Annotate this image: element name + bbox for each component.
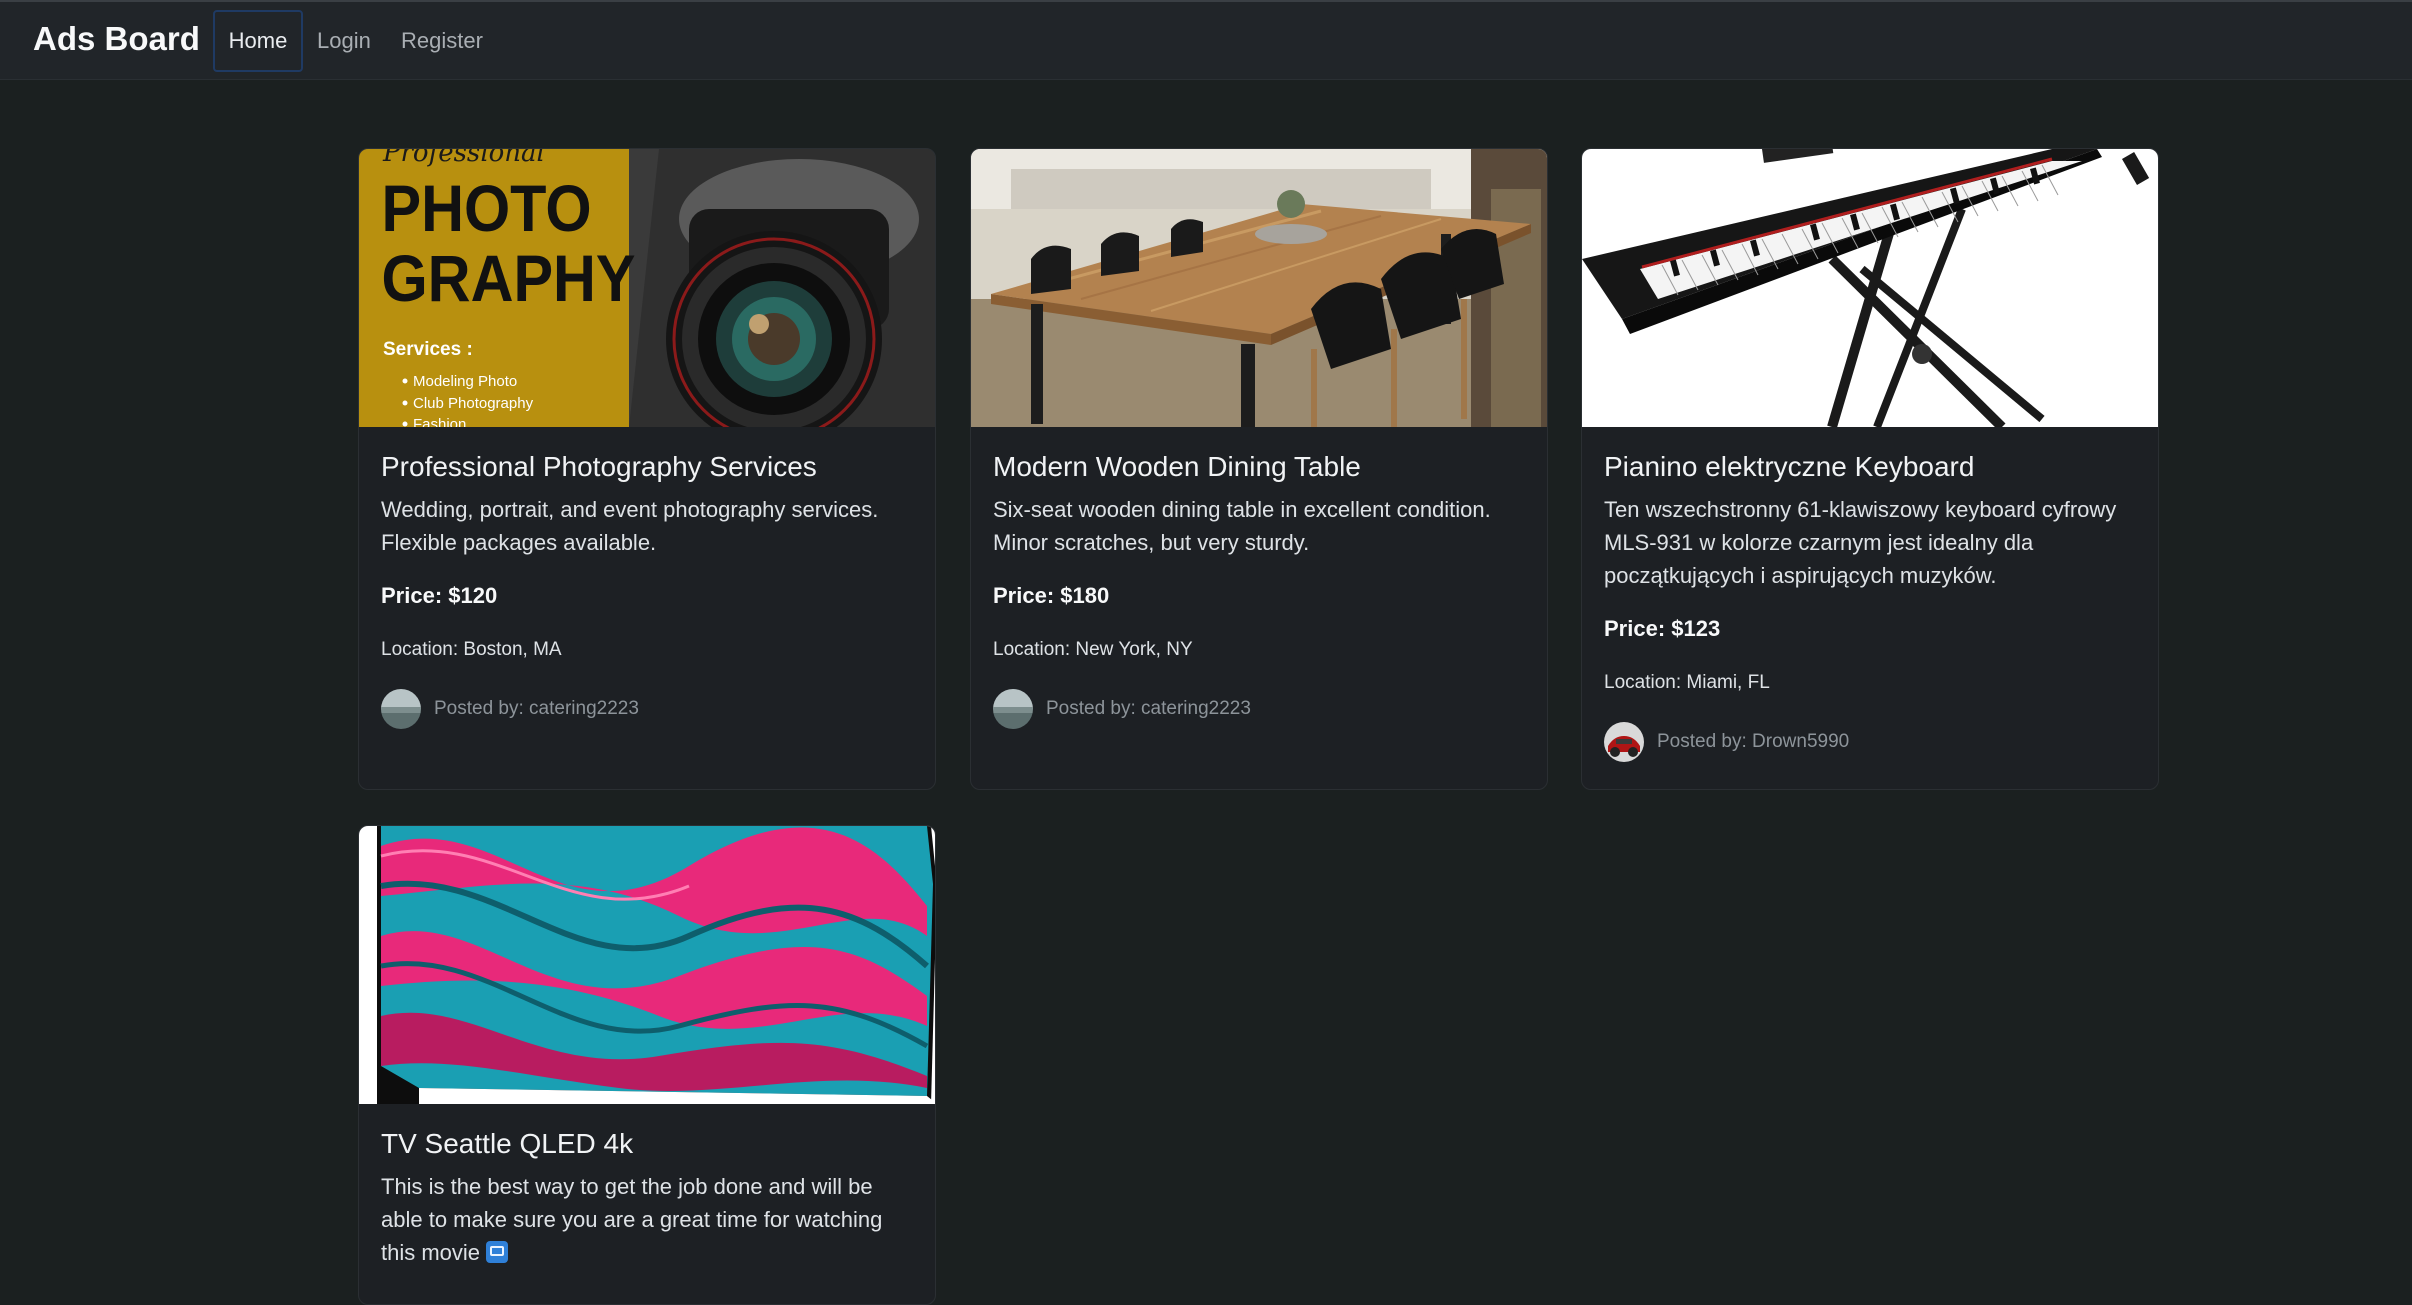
nav-register-link[interactable]: Register bbox=[401, 22, 483, 60]
ad-description: Wedding, portrait, and event photography… bbox=[381, 497, 879, 555]
svg-text:Fashion: Fashion bbox=[413, 416, 466, 427]
svg-text:Club Photography: Club Photography bbox=[413, 395, 534, 412]
svg-text:GRAPHY: GRAPHY bbox=[382, 242, 636, 316]
tv-image bbox=[359, 826, 935, 1104]
ad-price: Price: $123 bbox=[1604, 616, 1721, 641]
ad-price: Price: $120 bbox=[381, 583, 498, 608]
ad-description: Ten wszechstronny 61-klawiszowy keyboard… bbox=[1604, 497, 2117, 588]
posted-by[interactable]: Posted by: catering2223 bbox=[434, 698, 639, 720]
ad-description: Six-seat wooden dining table in excellen… bbox=[993, 497, 1491, 555]
posted-by[interactable]: Posted by: catering2223 bbox=[1046, 698, 1251, 720]
ad-poster: Posted by: catering2223 bbox=[381, 689, 915, 729]
avatar[interactable] bbox=[1604, 722, 1644, 762]
ad-image-tv[interactable] bbox=[359, 826, 935, 1104]
ad-card[interactable]: Pianino elektryczne Keyboard Ten wszechs… bbox=[1581, 148, 2159, 790]
photography-image: Professional PHOTO GRAPHY Services : Mod… bbox=[359, 149, 935, 427]
ad-card-body: Modern Wooden Dining Table Six-seat wood… bbox=[993, 427, 1527, 729]
ad-image-photography[interactable]: Professional PHOTO GRAPHY Services : Mod… bbox=[359, 149, 935, 427]
avatar[interactable] bbox=[381, 689, 421, 729]
ad-poster: Posted by: Drown5990 bbox=[1604, 722, 2138, 762]
ad-description-text: This is the best way to get the job done… bbox=[381, 1174, 883, 1265]
navbar: Ads Board Home Login Register bbox=[0, 0, 2412, 80]
ad-title[interactable]: TV Seattle QLED 4k bbox=[381, 1126, 915, 1162]
ad-location: Location: Miami, FL bbox=[1604, 672, 1770, 693]
svg-text:Modeling Photo: Modeling Photo bbox=[413, 373, 517, 390]
ad-title[interactable]: Professional Photography Services bbox=[381, 449, 915, 485]
ad-card-body: Pianino elektryczne Keyboard Ten wszechs… bbox=[1604, 427, 2138, 762]
nav-home-link[interactable]: Home bbox=[213, 10, 303, 72]
brand-logo[interactable]: Ads Board bbox=[33, 18, 200, 60]
svg-text:Professional: Professional bbox=[382, 149, 545, 168]
keyboard-image bbox=[1582, 149, 2158, 427]
ad-location: Location: New York, NY bbox=[993, 639, 1193, 660]
ad-poster: Posted by: catering2223 bbox=[993, 689, 1527, 729]
ad-price: Price: $180 bbox=[993, 583, 1110, 608]
ad-card[interactable]: TV Seattle QLED 4k This is the best way … bbox=[358, 825, 936, 1305]
ad-card-body: TV Seattle QLED 4k This is the best way … bbox=[381, 1104, 915, 1269]
ad-card-body: Professional Photography Services Weddin… bbox=[381, 427, 915, 729]
ad-image-keyboard[interactable] bbox=[1582, 149, 2158, 427]
ad-title[interactable]: Modern Wooden Dining Table bbox=[993, 449, 1527, 485]
ad-card[interactable]: Professional PHOTO GRAPHY Services : Mod… bbox=[358, 148, 936, 790]
ad-card[interactable]: Modern Wooden Dining Table Six-seat wood… bbox=[970, 148, 1548, 790]
tv-icon bbox=[486, 1241, 509, 1263]
ad-description: This is the best way to get the job done… bbox=[381, 1170, 915, 1269]
dining-table-image bbox=[971, 149, 1547, 427]
avatar[interactable] bbox=[993, 689, 1033, 729]
svg-text:PHOTO: PHOTO bbox=[382, 172, 592, 246]
svg-text:Services :: Services : bbox=[383, 339, 473, 360]
ad-title[interactable]: Pianino elektryczne Keyboard bbox=[1604, 449, 2138, 485]
ad-location: Location: Boston, MA bbox=[381, 639, 562, 660]
ad-image-dining-table[interactable] bbox=[971, 149, 1547, 427]
posted-by[interactable]: Posted by: Drown5990 bbox=[1657, 731, 1849, 753]
nav-login-link[interactable]: Login bbox=[317, 22, 371, 60]
